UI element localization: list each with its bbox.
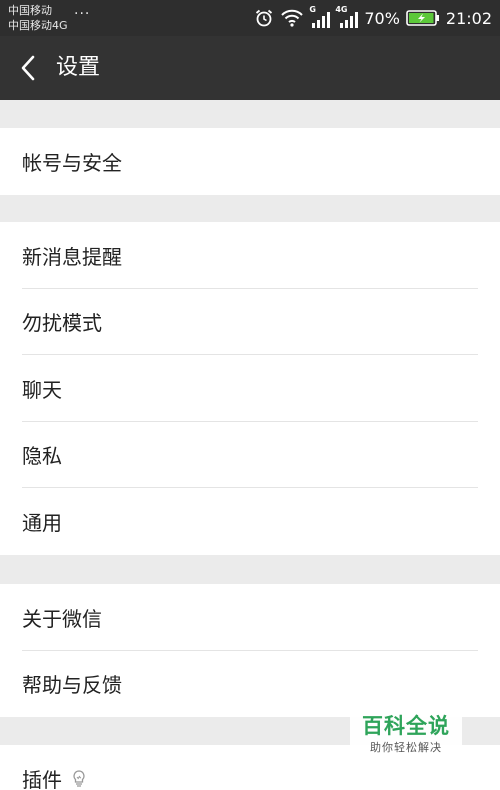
settings-item-new-message-alerts[interactable]: 新消息提醒 xyxy=(0,222,500,289)
lightbulb-icon xyxy=(70,768,88,788)
watermark-logo: 百科全说 助你轻松解决 xyxy=(350,710,462,764)
settings-item-do-not-disturb[interactable]: 勿扰模式 xyxy=(0,289,500,356)
signal-2-icon: 4G xyxy=(335,5,359,28)
settings-item-label: 勿扰模式 xyxy=(22,311,102,336)
settings-item-label: 插件 xyxy=(22,767,62,790)
settings-item-account-security[interactable]: 帐号与安全 xyxy=(0,128,500,195)
alarm-clock-icon xyxy=(254,8,274,28)
watermark-title: 百科全说 xyxy=(362,714,450,738)
back-button[interactable] xyxy=(10,50,46,86)
settings-group-main: 新消息提醒 勿扰模式 聊天 隐私 通用 xyxy=(0,222,500,555)
carrier-info: 中国移动 中国移动4G xyxy=(8,3,68,33)
settings-item-general[interactable]: 通用 xyxy=(0,488,500,555)
settings-group-about: 关于微信 帮助与反馈 xyxy=(0,584,500,717)
battery-charging-icon xyxy=(406,9,440,27)
settings-item-label: 新消息提醒 xyxy=(22,244,122,269)
signal-1-icon: G xyxy=(309,5,331,28)
settings-item-label: 通用 xyxy=(22,510,62,535)
signal-1-label: G xyxy=(309,5,316,14)
settings-item-privacy[interactable]: 隐私 xyxy=(0,422,500,489)
clock-time: 21:02 xyxy=(445,8,492,28)
settings-item-about-wechat[interactable]: 关于微信 xyxy=(0,584,500,651)
wifi-icon xyxy=(280,8,304,28)
title-bar: 设置 xyxy=(0,36,500,100)
settings-item-chat[interactable]: 聊天 xyxy=(0,355,500,422)
overflow-dots: ··· xyxy=(74,6,91,22)
page-title: 设置 xyxy=(56,55,101,80)
settings-item-label: 帮助与反馈 xyxy=(22,673,122,698)
carrier-1: 中国移动 xyxy=(8,4,52,17)
battery-percent: 70% xyxy=(364,8,400,28)
settings-item-label: 聊天 xyxy=(22,377,62,402)
settings-item-label: 帐号与安全 xyxy=(22,150,122,175)
settings-group-account: 帐号与安全 xyxy=(0,128,500,195)
status-icons: G 4G 70% 21:02 xyxy=(254,5,492,30)
signal-2-label: 4G xyxy=(335,5,348,14)
carrier-2: 中国移动4G xyxy=(8,19,68,32)
settings-item-label: 关于微信 xyxy=(22,606,102,631)
settings-item-label: 隐私 xyxy=(22,444,62,469)
settings-item-help-feedback[interactable]: 帮助与反馈 xyxy=(0,651,500,718)
status-bar: 中国移动 中国移动4G ··· G 4G 70% 21:02 xyxy=(0,0,500,36)
watermark-tagline: 助你轻松解决 xyxy=(370,741,442,754)
chevron-left-icon xyxy=(21,55,35,81)
